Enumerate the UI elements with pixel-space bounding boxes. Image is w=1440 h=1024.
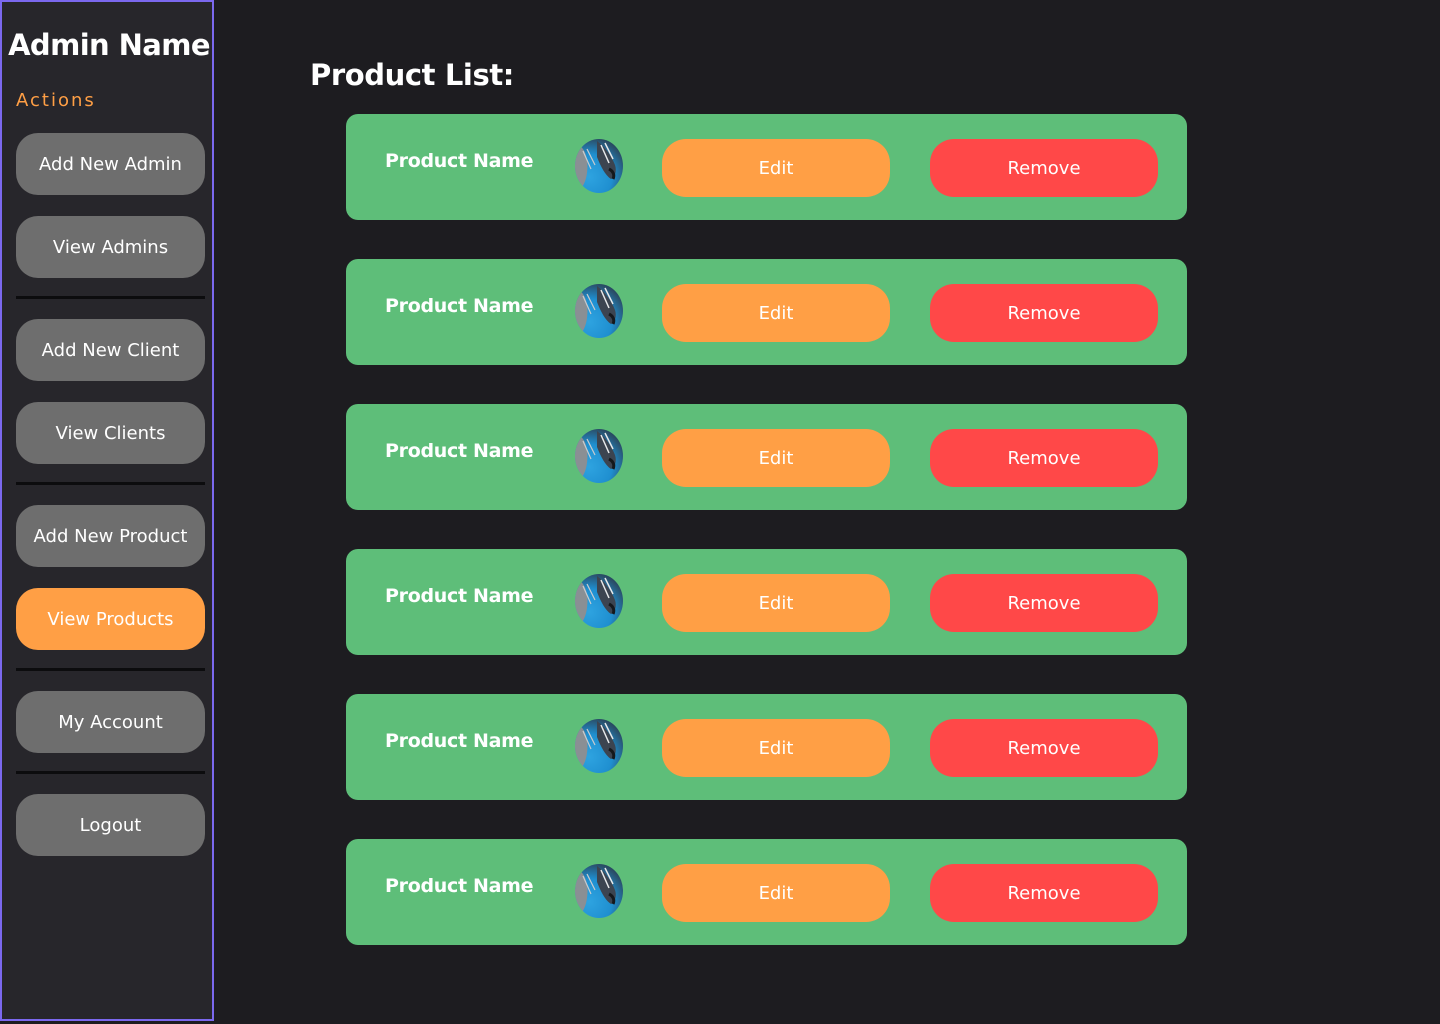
product-thumbnail-icon (575, 574, 623, 628)
edit-button[interactable]: Edit (662, 139, 890, 197)
admin-name: Admin Name (8, 28, 210, 62)
edit-button[interactable]: Edit (662, 429, 890, 487)
remove-button[interactable]: Remove (930, 284, 1158, 342)
product-name: Product Name (385, 440, 534, 462)
my-account-button[interactable]: My Account (16, 691, 205, 753)
product-card: Product Name Edit Remove (346, 404, 1187, 510)
remove-button[interactable]: Remove (930, 719, 1158, 777)
product-name: Product Name (385, 730, 534, 752)
remove-button[interactable]: Remove (930, 864, 1158, 922)
divider (16, 482, 205, 485)
edit-button[interactable]: Edit (662, 284, 890, 342)
view-admins-button[interactable]: View Admins (16, 216, 205, 278)
page-title: Product List: (310, 58, 514, 92)
remove-button[interactable]: Remove (930, 429, 1158, 487)
sidebar: Admin Name Actions Add New Admin View Ad… (0, 0, 214, 1021)
product-card: Product Name Edit Remove (346, 839, 1187, 945)
product-thumbnail-icon (575, 864, 623, 918)
product-thumbnail-icon (575, 429, 623, 483)
product-card: Product Name Edit Remove (346, 549, 1187, 655)
product-card: Product Name Edit Remove (346, 114, 1187, 220)
divider (16, 296, 205, 299)
product-name: Product Name (385, 875, 534, 897)
product-name: Product Name (385, 150, 534, 172)
product-name: Product Name (385, 585, 534, 607)
product-thumbnail-icon (575, 284, 623, 338)
edit-button[interactable]: Edit (662, 864, 890, 922)
product-card: Product Name Edit Remove (346, 259, 1187, 365)
remove-button[interactable]: Remove (930, 139, 1158, 197)
divider (16, 668, 205, 671)
add-new-product-button[interactable]: Add New Product (16, 505, 205, 567)
divider (16, 771, 205, 774)
product-thumbnail-icon (575, 719, 623, 773)
view-clients-button[interactable]: View Clients (16, 402, 205, 464)
product-card: Product Name Edit Remove (346, 694, 1187, 800)
add-new-admin-button[interactable]: Add New Admin (16, 133, 205, 195)
actions-heading: Actions (16, 90, 96, 111)
edit-button[interactable]: Edit (662, 574, 890, 632)
logout-button[interactable]: Logout (16, 794, 205, 856)
remove-button[interactable]: Remove (930, 574, 1158, 632)
add-new-client-button[interactable]: Add New Client (16, 319, 205, 381)
view-products-button[interactable]: View Products (16, 588, 205, 650)
edit-button[interactable]: Edit (662, 719, 890, 777)
product-name: Product Name (385, 295, 534, 317)
product-thumbnail-icon (575, 139, 623, 193)
